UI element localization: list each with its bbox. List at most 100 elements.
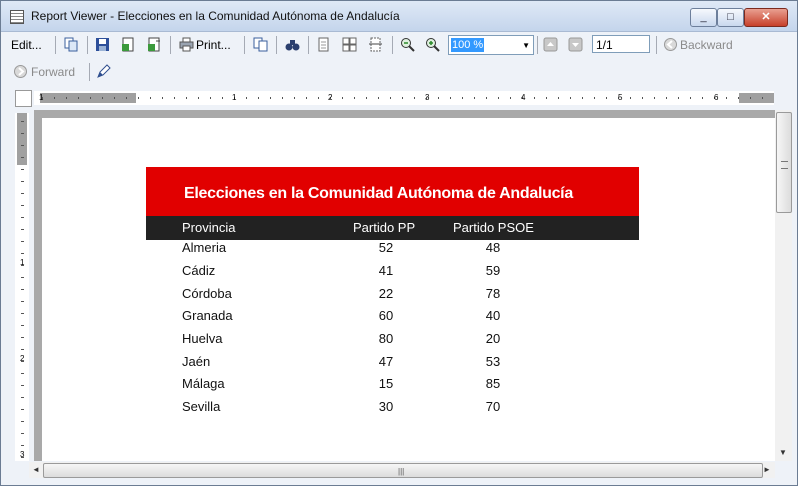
cell-provincia: Granada (182, 308, 233, 323)
table-row: Córdoba 22 78 (146, 286, 639, 309)
ruler-tick (402, 97, 403, 99)
scroll-left-arrow-icon[interactable]: ◄ (32, 466, 40, 474)
cell-pp: 80 (378, 331, 394, 346)
zoom-in-icon[interactable] (425, 37, 440, 52)
backward-button[interactable]: Backward (680, 35, 733, 55)
title-bar: Report Viewer - Elecciones en la Comunid… (1, 1, 797, 32)
secondary-toolbar: Forward (1, 59, 797, 85)
vertical-scroll-thumb[interactable] (776, 112, 792, 213)
column-header-psoe: Partido PSOE (453, 220, 534, 235)
save-icon[interactable] (95, 37, 110, 52)
ruler-tick (174, 97, 175, 99)
ruler-tick (21, 289, 24, 290)
ruler-number: 6 (714, 93, 719, 102)
ruler-tick (21, 421, 24, 422)
ruler-tick (366, 97, 367, 99)
ruler-tick (246, 97, 247, 99)
scroll-down-arrow-icon[interactable]: ▼ (779, 449, 787, 457)
ruler-number: 1 (39, 93, 44, 102)
minimize-button[interactable]: _ (690, 8, 717, 27)
cell-psoe: 40 (485, 308, 501, 323)
ruler-tick (306, 97, 307, 99)
ruler-tick (21, 217, 24, 218)
cell-psoe: 20 (485, 331, 501, 346)
horizontal-scroll-thumb[interactable]: ||| (43, 463, 763, 478)
report-page: Elecciones en la Comunidad Autónoma de A… (42, 118, 775, 461)
multiple-pages-icon[interactable] (342, 37, 357, 52)
export-icon[interactable] (121, 37, 136, 52)
toolbar-separator (55, 36, 56, 54)
single-page-icon[interactable] (316, 37, 331, 52)
ruler-tick (21, 229, 24, 230)
column-header-provincia: Provincia (182, 220, 236, 235)
ruler-tick (21, 385, 24, 386)
ruler-tick (21, 145, 24, 146)
ruler-tick (498, 97, 499, 99)
ruler-tick (474, 97, 475, 99)
copy-pages-icon[interactable] (64, 37, 79, 52)
ruler-tick (21, 325, 24, 326)
cell-provincia: Jaén (182, 354, 211, 369)
ruler-tick (762, 97, 763, 99)
ruler-tick (606, 97, 607, 99)
vertical-ruler: 1 2 3 (15, 113, 29, 461)
ruler-tick (318, 97, 319, 99)
horizontal-scrollbar[interactable]: ◄ ||| ► (29, 462, 775, 478)
ruler-number: 5 (618, 93, 623, 102)
ruler-tick (21, 133, 24, 134)
ruler-tick (21, 181, 24, 182)
vertical-scrollbar[interactable]: ▼ (775, 110, 792, 461)
ruler-tick (702, 97, 703, 99)
cell-pp: 15 (378, 376, 394, 391)
forward-icon[interactable] (13, 64, 28, 79)
ruler-tick (21, 205, 24, 206)
find-binoculars-icon[interactable] (285, 37, 300, 52)
scroll-right-arrow-icon[interactable]: ► (763, 466, 771, 474)
cell-pp: 52 (378, 240, 394, 255)
cell-provincia: Cádiz (182, 263, 216, 278)
table-row: Jaén 47 53 (146, 354, 639, 377)
close-button[interactable]: ✕ (744, 8, 788, 27)
grip-icon (781, 161, 788, 169)
ruler-number: 1 (20, 258, 25, 267)
ruler-tick (414, 97, 415, 99)
ruler-number: 2 (328, 93, 333, 102)
printer-icon[interactable] (179, 37, 194, 52)
edit-button[interactable]: Edit... (11, 35, 42, 55)
ruler-tick (558, 97, 559, 99)
ruler-tick (21, 337, 24, 338)
maximize-button[interactable]: □ (717, 8, 744, 27)
design-pencil-icon[interactable] (96, 64, 111, 79)
page-number-field[interactable]: 1/1 (592, 35, 650, 53)
cell-pp: 41 (378, 263, 394, 278)
ruler-tick (282, 97, 283, 99)
table-row: Huelva 80 20 (146, 331, 639, 354)
ruler-number: 4 (521, 93, 526, 102)
export-page-icon[interactable] (147, 37, 162, 52)
next-page-icon[interactable] (568, 37, 583, 52)
page-width-icon[interactable] (368, 37, 383, 52)
ruler-tick (510, 97, 511, 99)
zoom-out-icon[interactable] (400, 37, 415, 52)
cell-provincia: Córdoba (182, 286, 232, 301)
forward-button[interactable]: Forward (31, 62, 75, 82)
ruler-tick (666, 97, 667, 99)
cell-psoe: 59 (485, 263, 501, 278)
previous-page-icon[interactable] (543, 37, 558, 52)
print-button[interactable]: Print... (196, 35, 231, 55)
ruler-tick (738, 97, 739, 99)
cell-pp: 22 (378, 286, 394, 301)
cell-provincia: Huelva (182, 331, 223, 346)
ruler-tick (642, 97, 643, 99)
ruler-tick (21, 277, 24, 278)
copy-icon[interactable] (253, 37, 268, 52)
ruler-tick (654, 97, 655, 99)
zoom-select[interactable]: 100 % ▼ (448, 35, 534, 55)
ruler-tick (294, 97, 295, 99)
ruler-corner (15, 90, 32, 107)
ruler-tick (342, 97, 343, 99)
ruler-tick (21, 241, 24, 242)
table-row: Sevilla 30 70 (146, 399, 639, 422)
report-title: Elecciones en la Comunidad Autónoma de A… (184, 185, 573, 202)
backward-icon[interactable] (663, 37, 678, 52)
